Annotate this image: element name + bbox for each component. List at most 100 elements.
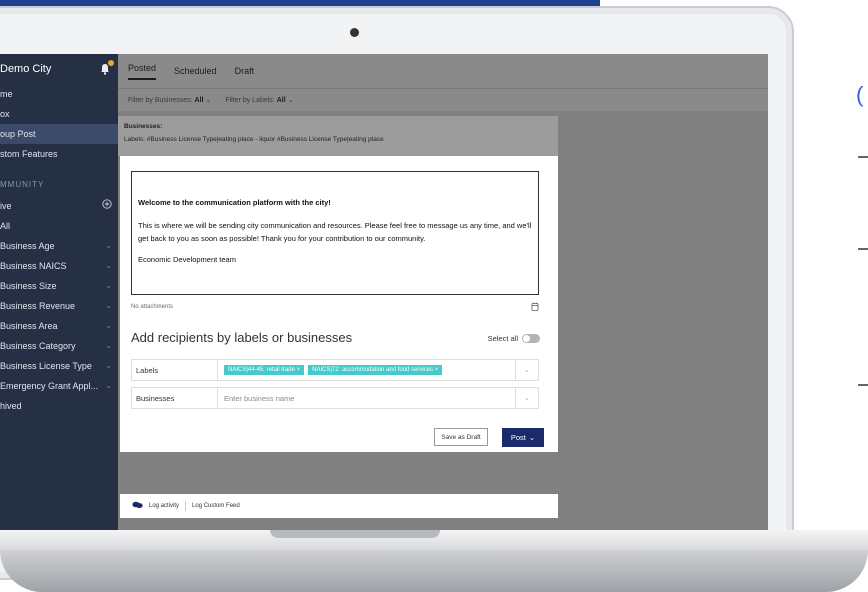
sidebar-group-business-age[interactable]: Business Age ⌄ <box>0 236 118 256</box>
laptop-base-bottom <box>0 550 868 592</box>
bullet-dash <box>858 156 868 158</box>
chevron-down-icon: ⌄ <box>105 361 112 370</box>
add-circle-icon[interactable] <box>102 196 112 216</box>
labels-input[interactable]: NAICS|44-45: retail trade × NAICS|72: ac… <box>218 365 515 375</box>
laptop-base <box>0 530 868 592</box>
divider <box>185 501 187 511</box>
sidebar-group-business-size[interactable]: Business Size ⌄ <box>0 276 118 296</box>
chevron-down-icon: ⌄ <box>528 433 536 442</box>
sidebar-header: Demo City <box>0 54 118 84</box>
tab-scheduled[interactable]: Scheduled <box>174 66 217 76</box>
message-body: This is where we will be sending city co… <box>138 221 532 243</box>
sidebar-section-community: MMUNITY <box>0 180 45 189</box>
message-title: Welcome to the communication platform wi… <box>138 198 331 207</box>
chevron-down-icon[interactable]: ⌄ <box>515 360 538 380</box>
select-all-control[interactable]: Select all <box>488 334 540 343</box>
sidebar-group-business-area[interactable]: Business Area ⌄ <box>0 316 118 336</box>
sidebar-group-all[interactable]: All <box>0 216 118 236</box>
chat-icon <box>132 501 143 511</box>
recipients-heading: Add recipients by labels or businesses <box>131 330 353 345</box>
bullet-dash <box>858 384 868 386</box>
sidebar-group-business-revenue[interactable]: Business Revenue ⌄ <box>0 296 118 316</box>
tab-draft[interactable]: Draft <box>235 66 255 76</box>
filter-bar: Filter by Businesses: All ⌄ Filter by La… <box>118 88 768 111</box>
sidebar-group-label: All <box>0 221 11 231</box>
attachments-row: No attachments <box>131 301 539 313</box>
save-as-draft-button[interactable]: Save as Draft <box>434 428 488 446</box>
sidebar-group-emergency-grant[interactable]: Emergency Grant Appl... ⌄ <box>0 376 118 396</box>
notification-badge <box>108 60 114 66</box>
chip-text: NAICS|72: accommodation and food service… <box>312 367 434 373</box>
message-editor[interactable]: Welcome to the communication platform wi… <box>131 171 539 295</box>
attachment-icon[interactable] <box>531 302 539 313</box>
filter-businesses[interactable]: Filter by Businesses: All ⌄ <box>128 96 211 104</box>
businesses-label: Businesses: <box>124 123 163 130</box>
filter-labels[interactable]: Filter by Labels: All ⌄ <box>225 96 293 104</box>
message-signature: Economic Development team <box>138 255 236 264</box>
labels-field-label: Labels <box>132 360 218 380</box>
chevron-down-icon: ⌄ <box>105 321 112 330</box>
chevron-down-icon[interactable]: ⌄ <box>515 388 538 408</box>
sidebar-group-business-category[interactable]: Business Category ⌄ <box>0 336 118 356</box>
filter-value: All <box>276 97 286 104</box>
tab-bar: Posted Scheduled Draft <box>118 54 768 88</box>
main-content: Posted Scheduled Draft Filter by Busines… <box>118 54 768 530</box>
sidebar-group-label: Business Revenue <box>0 301 76 311</box>
chevron-down-icon: ⌄ <box>287 97 294 104</box>
sidebar-item-custom-features[interactable]: stom Features <box>0 144 118 164</box>
labels-line: Labels: #Business License Type|eating pl… <box>124 136 384 143</box>
sidebar-item-home[interactable]: me <box>0 84 118 104</box>
log-activity-link[interactable]: Log activity <box>149 503 179 509</box>
sidebar-item-inbox[interactable]: ox <box>0 104 118 124</box>
labels-field: Labels NAICS|44-45: retail trade × NAICS… <box>131 359 539 381</box>
post-summary: Businesses: Labels: #Business License Ty… <box>118 116 558 156</box>
app-screen: Demo City me ox oup Post stom Features M… <box>0 54 768 530</box>
label-chip[interactable]: NAICS|72: accommodation and food service… <box>308 365 443 375</box>
sidebar-item-label: stom Features <box>0 149 58 159</box>
sidebar-group-label: Business Area <box>0 321 58 331</box>
sidebar-item-active[interactable]: ive <box>0 196 118 216</box>
sidebar: Demo City me ox oup Post stom Features M… <box>0 54 118 530</box>
post-button-label: Post <box>510 433 526 442</box>
laptop-notch <box>270 530 440 538</box>
select-all-toggle[interactable] <box>522 334 540 343</box>
close-icon[interactable]: × <box>435 367 439 373</box>
sidebar-item-label: ive <box>0 201 12 211</box>
chevron-down-icon: ⌄ <box>105 381 112 390</box>
close-icon[interactable]: × <box>297 367 301 373</box>
sidebar-item-archived[interactable]: hived <box>0 396 118 416</box>
sidebar-item-group-post[interactable]: oup Post <box>0 124 118 144</box>
filter-label: Filter by Labels: <box>225 97 275 104</box>
attachments-status: No attachments <box>131 304 174 310</box>
chevron-down-icon: ⌄ <box>105 261 112 270</box>
sidebar-item-label: hived <box>0 401 22 411</box>
label-chip[interactable]: NAICS|44-45: retail trade × <box>224 365 305 375</box>
businesses-field-label: Businesses <box>132 388 218 408</box>
businesses-input[interactable]: Enter business name <box>218 394 515 403</box>
sidebar-group-label: Business NAICS <box>0 261 67 271</box>
sidebar-group-business-license-type[interactable]: Business License Type ⌄ <box>0 356 118 376</box>
sidebar-item-label: oup Post <box>0 129 36 139</box>
sidebar-group-label: Business License Type <box>0 361 92 371</box>
chevron-down-icon: ⌄ <box>105 301 112 310</box>
notification-bell-icon[interactable] <box>100 60 114 75</box>
sidebar-group-label: Business Size <box>0 281 57 291</box>
bullet-dash <box>858 248 868 250</box>
sidebar-item-label: me <box>0 89 13 99</box>
tab-posted[interactable]: Posted <box>128 63 157 80</box>
sidebar-group-business-naics[interactable]: Business NAICS ⌄ <box>0 256 118 276</box>
camera-icon <box>350 28 359 37</box>
sidebar-group-label: Business Category <box>0 341 76 351</box>
org-name[interactable]: Demo City <box>0 63 51 75</box>
sidebar-item-label: ox <box>0 109 10 119</box>
log-bar: Log activity Log Custom Feed <box>120 494 558 518</box>
businesses-field: Businesses Enter business name ⌄ <box>131 387 539 409</box>
log-custom-feed-link[interactable]: Log Custom Feed <box>192 503 240 509</box>
post-button[interactable]: Post ⌄ <box>502 428 544 447</box>
chevron-down-icon: ⌄ <box>105 341 112 350</box>
sidebar-group-label: Emergency Grant Appl... <box>0 381 99 391</box>
accent-mark: ( <box>856 82 864 107</box>
filter-value: All <box>194 97 204 104</box>
chevron-down-icon: ⌄ <box>105 241 112 250</box>
filter-label: Filter by Businesses: <box>128 97 193 104</box>
